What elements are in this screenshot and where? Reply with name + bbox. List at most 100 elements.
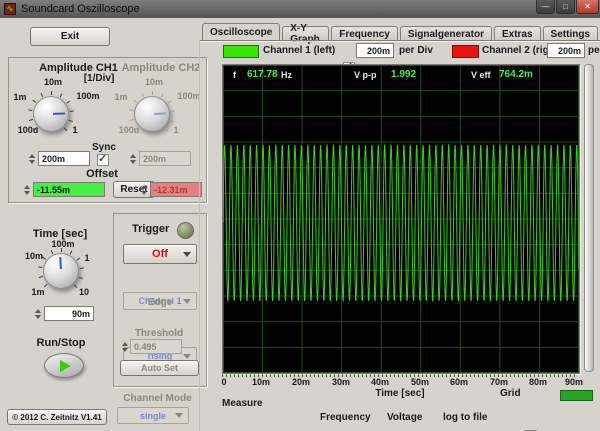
grid-color-swatch (560, 390, 593, 401)
knob-scale-label: 1m (31, 287, 45, 297)
tab-divider (200, 40, 600, 41)
offset-ch1-value[interactable]: -11.55m (33, 182, 105, 197)
freq-value: 617.78 (247, 69, 278, 80)
x-tick-label: 80m (528, 377, 548, 387)
x-tick-label: 30m (331, 377, 351, 387)
frequency-label: Frequency (320, 412, 371, 423)
app-window: ∿ Soundcard Oszilloscope — □ ✕ Exit Ampl… (0, 0, 600, 431)
x-axis-ticks (222, 374, 578, 377)
close-button[interactable]: ✕ (576, 0, 599, 14)
tab-frequency[interactable]: Frequency (331, 26, 398, 41)
channel-mode-value: single (139, 410, 166, 421)
offset-ch2-spinner (139, 182, 148, 197)
edge-title: Edge (147, 297, 173, 308)
channel2-color-swatch (452, 45, 479, 58)
knob-scale-label: 10m (144, 77, 163, 87)
vpp-label: V p-p (354, 70, 377, 80)
amplitude-ch2-title: Amplitude CH2 (121, 62, 201, 74)
auto-set-button[interactable]: Auto Set (120, 360, 199, 376)
knob-scale-label: 10 (78, 287, 89, 297)
threshold-title: Threshold (134, 328, 184, 339)
knob-scale-label: 10m (24, 251, 43, 261)
maximize-button[interactable]: □ (556, 0, 575, 14)
channel-mode-title: Channel Mode (123, 393, 192, 404)
knob-scale-label: 10m (43, 77, 62, 87)
knob-pointer (153, 112, 167, 115)
copyright-button[interactable]: © 2012 C. Zeitnitz V1.41 (7, 409, 107, 425)
amplitude-ch1-spinner[interactable] (27, 151, 36, 166)
sync-checkbox[interactable] (97, 152, 109, 166)
chevron-down-icon (183, 353, 191, 359)
trigger-mode-dropdown[interactable]: Off (123, 244, 197, 264)
knob-scale-label: 100m (76, 91, 100, 101)
titlebar: ∿ Soundcard Oszilloscope (0, 0, 600, 18)
run-stop-button[interactable] (44, 353, 84, 378)
exit-button[interactable]: Exit (30, 27, 110, 46)
x-tick-label: 90m (564, 377, 584, 387)
time-knob[interactable] (38, 248, 84, 289)
knob-scale-label: 1 (84, 253, 90, 263)
x-tick-label: 40m (370, 377, 390, 387)
reset-button[interactable]: Reset (113, 181, 155, 198)
time-value[interactable]: 90m (44, 306, 94, 321)
threshold-spinner (120, 339, 129, 354)
x-tick-label: 10m (251, 377, 271, 387)
chevron-down-icon (175, 413, 183, 418)
freq-label: f (233, 70, 236, 80)
per-div-label: per Div (399, 45, 433, 56)
amplitude-ch1-knob[interactable] (28, 91, 74, 132)
channel1-color-swatch (223, 45, 259, 58)
x-axis-title: Time [sec] (375, 388, 425, 399)
channel2-per-div-value[interactable]: 200m (547, 43, 585, 58)
channel-mode-dropdown: single (117, 407, 189, 424)
x-tick-label: 70m (489, 377, 509, 387)
trigger-title: Trigger (132, 223, 170, 235)
channel1-label: Channel 1 (left) (263, 45, 336, 56)
time-spinner[interactable] (33, 306, 42, 321)
play-icon (60, 359, 71, 372)
knob-scale-label: 100m (51, 239, 75, 249)
tab-signalgenerator[interactable]: Signalgenerator (399, 26, 492, 41)
oscilloscope-display[interactable]: f 617.78 Hz V p-p 1.992 V eff 764.2m (222, 64, 580, 374)
threshold-value: 0.495 (130, 339, 182, 354)
per-div-unit-label: [1/Div] (83, 73, 115, 84)
trigger-groupbox: Trigger Off Channel 1 Edge rising Thresh… (113, 213, 207, 387)
trigger-led (177, 222, 194, 239)
knob-scale-label: 1m (13, 92, 27, 102)
tab-xy-graph[interactable]: X-Y Graph (282, 23, 330, 45)
vertical-offset-slider[interactable] (584, 64, 594, 372)
amplitude-ch2-value: 200m (139, 151, 191, 166)
offset-ch2-value: -12.31m (150, 182, 202, 197)
knob-scale-label: 1 (173, 125, 179, 135)
veff-value: 764.2m (499, 69, 533, 80)
amplitude-ch2-knob (129, 91, 175, 132)
runstop-label: Run/Stop (36, 337, 86, 349)
trigger-mode-value: Off (152, 248, 168, 260)
knob-pointer (59, 256, 62, 270)
channel1-per-div-value[interactable]: 200m (356, 43, 394, 58)
knob-scale-label: 1m (114, 92, 128, 102)
vpp-value: 1.992 (391, 69, 417, 80)
log-to-file-label: log to file (443, 412, 488, 423)
panel-divider (199, 40, 200, 431)
chevron-down-icon (183, 251, 191, 257)
freq-unit: Hz (281, 70, 292, 80)
tab-oscilloscope[interactable]: Oscilloscope (202, 23, 281, 41)
tab-settings[interactable]: Settings (542, 26, 598, 41)
knob-pointer (52, 112, 66, 115)
measure-title: Measure (222, 398, 263, 409)
x-tick-label: 0 (221, 377, 227, 387)
tab-extras[interactable]: Extras (493, 26, 541, 41)
offset-ch1-spinner[interactable] (22, 182, 31, 197)
x-tick-label: 20m (291, 377, 311, 387)
veff-label: V eff (471, 70, 491, 80)
per-div-label: per Div (588, 45, 600, 56)
amplitude-ch1-value[interactable]: 200m (38, 151, 90, 166)
x-tick-label: 50m (410, 377, 430, 387)
minimize-button[interactable]: — (536, 0, 555, 14)
voltage-label: Voltage (387, 412, 423, 423)
window-title: Soundcard Oszilloscope (21, 3, 140, 15)
waveform-svg (223, 65, 579, 373)
app-icon: ∿ (4, 3, 16, 15)
amplitude-groupbox: Amplitude CH1 [1/Div] Amplitude CH2 10m … (8, 57, 207, 203)
